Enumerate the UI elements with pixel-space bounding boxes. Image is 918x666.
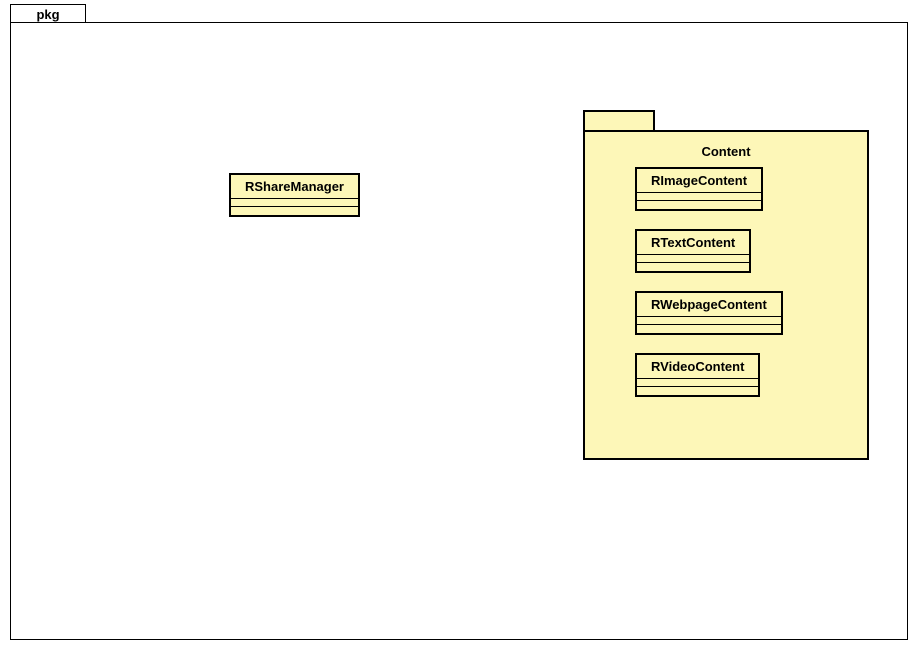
class-attributes <box>231 199 358 207</box>
class-attributes <box>637 193 761 201</box>
class-operations <box>637 387 758 395</box>
class-operations <box>637 263 749 271</box>
class-attributes <box>637 379 758 387</box>
class-name: RWebpageContent <box>637 293 781 317</box>
class-rtextcontent: RTextContent <box>635 229 751 273</box>
class-name: RImageContent <box>637 169 761 193</box>
package-content-tab <box>583 110 655 132</box>
class-rimagecontent: RImageContent <box>635 167 763 211</box>
class-rwebpagecontent: RWebpageContent <box>635 291 783 335</box>
package-title: Content <box>585 144 867 159</box>
package-content: Content RImageContent RTextContent RWebp… <box>583 130 869 460</box>
class-attributes <box>637 255 749 263</box>
class-attributes <box>637 317 781 325</box>
class-operations <box>637 201 761 209</box>
class-name: RVideoContent <box>637 355 758 379</box>
outer-frame: RShareManager Content RImageContent RTex… <box>10 22 908 640</box>
pkg-label: pkg <box>36 7 59 22</box>
class-rvideocontent: RVideoContent <box>635 353 760 397</box>
class-name: RShareManager <box>231 175 358 199</box>
class-operations <box>637 325 781 333</box>
class-operations <box>231 207 358 215</box>
package-inner-classes: RImageContent RTextContent RWebpageConte… <box>585 167 867 397</box>
pkg-tab: pkg <box>10 4 86 24</box>
class-rsharemanager: RShareManager <box>229 173 360 217</box>
class-name: RTextContent <box>637 231 749 255</box>
